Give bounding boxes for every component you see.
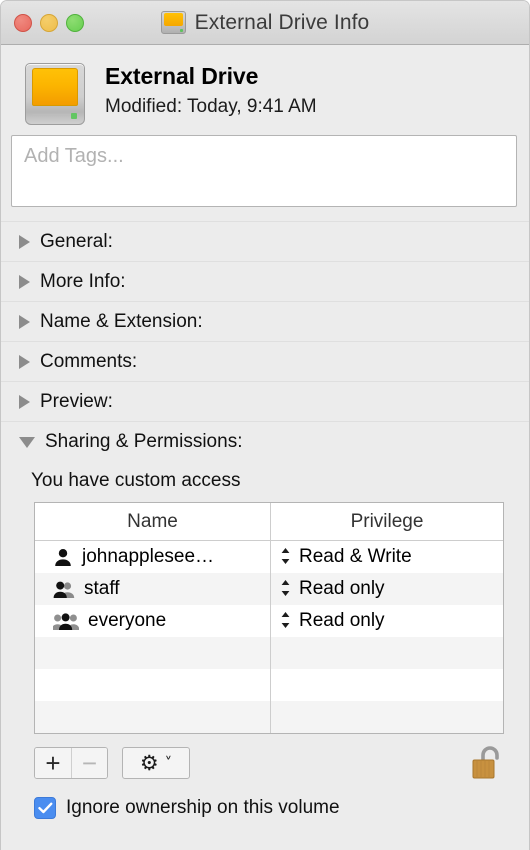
info-header-text: External Drive Modified: Today, 9:41 AM bbox=[105, 59, 317, 118]
permission-name-label: everyone bbox=[88, 610, 166, 632]
section-sharing-permissions: Sharing & Permissions: You have custom a… bbox=[1, 421, 529, 823]
section-label: More Info: bbox=[40, 271, 126, 293]
empty-name-cell bbox=[35, 701, 270, 733]
collapsed-sections: General: More Info: Name & Extension: Co… bbox=[1, 221, 529, 421]
table-row-empty[interactable] bbox=[35, 669, 503, 701]
remove-user-button[interactable]: − bbox=[71, 748, 107, 778]
disclosure-triangle-icon[interactable] bbox=[19, 315, 30, 329]
table-row-empty[interactable] bbox=[35, 701, 503, 733]
permission-privilege-label: Read only bbox=[299, 610, 385, 632]
permissions-table: Name Privilege johnapplesee… Read & Writ… bbox=[34, 502, 504, 734]
permissions-table-wrap: Name Privilege johnapplesee… Read & Writ… bbox=[1, 502, 529, 734]
chevron-down-icon: ˅ bbox=[165, 756, 173, 771]
minimize-button[interactable] bbox=[40, 14, 58, 32]
section-label: Name & Extension: bbox=[40, 311, 203, 333]
disclosure-triangle-icon[interactable] bbox=[19, 395, 30, 409]
empty-privilege-cell bbox=[270, 701, 503, 733]
action-menu-button[interactable]: ⚙ ˅ bbox=[122, 747, 190, 779]
section-label: Sharing & Permissions: bbox=[45, 431, 242, 453]
permission-name-cell[interactable]: everyone bbox=[35, 605, 270, 637]
section-more-info[interactable]: More Info: bbox=[1, 261, 529, 301]
section-name-extension[interactable]: Name & Extension: bbox=[1, 301, 529, 341]
table-header-row: Name Privilege bbox=[35, 503, 503, 541]
table-row[interactable]: johnapplesee… Read & Write bbox=[35, 541, 503, 573]
empty-privilege-cell bbox=[270, 637, 503, 669]
drive-name: External Drive bbox=[105, 63, 317, 90]
permission-name-cell[interactable]: staff bbox=[35, 573, 270, 605]
window-title: External Drive Info bbox=[195, 11, 370, 35]
table-row[interactable]: everyone Read only bbox=[35, 605, 503, 637]
everyone-user-icon bbox=[53, 612, 79, 631]
disclosure-triangle-open-icon[interactable] bbox=[19, 437, 35, 448]
external-drive-icon-large bbox=[23, 63, 87, 125]
external-drive-icon bbox=[161, 11, 186, 34]
info-header: External Drive Modified: Today, 9:41 AM bbox=[1, 45, 529, 135]
add-tags-input[interactable]: Add Tags... bbox=[11, 135, 517, 207]
group-user-icon bbox=[53, 580, 75, 599]
column-header-name[interactable]: Name bbox=[35, 503, 270, 540]
section-label: Preview: bbox=[40, 391, 113, 413]
permission-name-label: johnapplesee… bbox=[82, 546, 214, 568]
permission-privilege-cell[interactable]: Read only bbox=[270, 605, 503, 637]
disclosure-triangle-icon[interactable] bbox=[19, 355, 30, 369]
table-row[interactable]: staff Read only bbox=[35, 573, 503, 605]
unlocked-padlock-icon[interactable] bbox=[470, 743, 504, 783]
stepper-icon[interactable] bbox=[280, 546, 291, 569]
disclosure-triangle-icon[interactable] bbox=[19, 235, 30, 249]
window-titlebar: External Drive Info bbox=[1, 1, 529, 45]
permission-privilege-label: Read & Write bbox=[299, 546, 412, 568]
permission-privilege-cell[interactable]: Read only bbox=[270, 573, 503, 605]
ignore-ownership-row[interactable]: Ignore ownership on this volume bbox=[1, 783, 529, 819]
column-header-privilege[interactable]: Privilege bbox=[270, 503, 503, 540]
checkmark-icon bbox=[38, 802, 53, 814]
disclosure-triangle-icon[interactable] bbox=[19, 275, 30, 289]
ignore-ownership-label: Ignore ownership on this volume bbox=[66, 797, 340, 819]
stepper-icon[interactable] bbox=[280, 578, 291, 601]
section-preview[interactable]: Preview: bbox=[1, 381, 529, 421]
permission-privilege-label: Read only bbox=[299, 578, 385, 600]
close-button[interactable] bbox=[14, 14, 32, 32]
permission-name-cell[interactable]: johnapplesee… bbox=[35, 541, 270, 573]
access-summary: You have custom access bbox=[1, 462, 529, 502]
stepper-icon[interactable] bbox=[280, 610, 291, 633]
drive-modified-date: Modified: Today, 9:41 AM bbox=[105, 96, 317, 118]
add-user-button[interactable]: + bbox=[35, 748, 71, 778]
permission-privilege-cell[interactable]: Read & Write bbox=[270, 541, 503, 573]
tags-section: Add Tags... bbox=[1, 135, 529, 207]
sharing-header-row[interactable]: Sharing & Permissions: bbox=[1, 422, 529, 462]
empty-name-cell bbox=[35, 669, 270, 701]
empty-privilege-cell bbox=[270, 669, 503, 701]
gear-icon: ⚙ bbox=[140, 753, 159, 774]
permission-name-label: staff bbox=[84, 578, 120, 600]
get-info-window: External Drive Info External Drive Modif… bbox=[0, 0, 530, 850]
empty-name-cell bbox=[35, 637, 270, 669]
section-label: Comments: bbox=[40, 351, 137, 373]
traffic-light-buttons bbox=[1, 14, 84, 32]
single-user-icon bbox=[53, 548, 73, 567]
permissions-toolbar: + − ⚙ ˅ bbox=[1, 734, 529, 783]
section-label: General: bbox=[40, 231, 113, 253]
zoom-button[interactable] bbox=[66, 14, 84, 32]
ignore-ownership-checkbox[interactable] bbox=[34, 797, 56, 819]
add-remove-segmented-control: + − bbox=[34, 747, 108, 779]
section-comments[interactable]: Comments: bbox=[1, 341, 529, 381]
section-general[interactable]: General: bbox=[1, 221, 529, 261]
table-row-empty[interactable] bbox=[35, 637, 503, 669]
